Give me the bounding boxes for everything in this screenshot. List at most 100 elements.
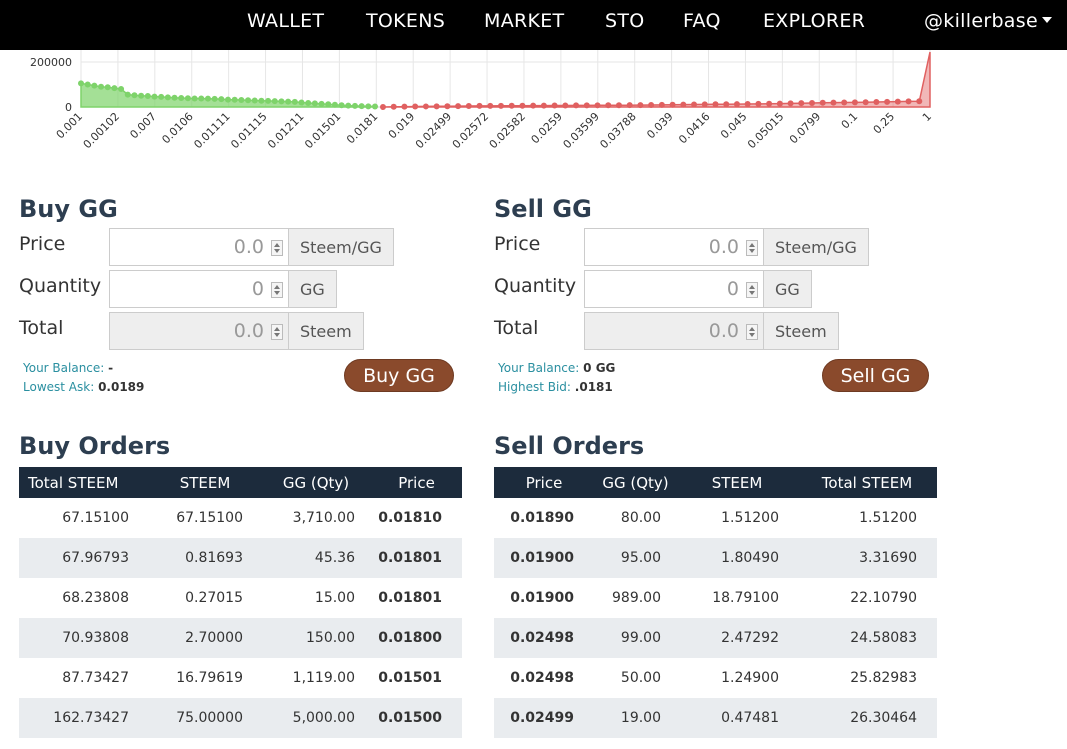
- x-tick-label: 0.25: [871, 110, 898, 137]
- bid-point: [218, 96, 225, 103]
- ask-point: [605, 102, 612, 109]
- ask-point: [916, 98, 923, 105]
- buy-price-label: Price: [19, 233, 66, 255]
- bid-point: [245, 97, 252, 104]
- bid-point: [151, 93, 158, 100]
- bid-point: [331, 101, 338, 108]
- column-header[interactable]: Total STEEM: [19, 467, 149, 498]
- spinner-icon[interactable]: [271, 282, 283, 298]
- table-row[interactable]: 0.02499 19.00 0.47481 26.30464: [494, 698, 937, 738]
- table-cell: 0.01801: [378, 590, 442, 606]
- buy-price-input[interactable]: 0.0: [109, 228, 289, 266]
- column-header[interactable]: GG (Qty): [594, 467, 677, 498]
- ask-point: [701, 101, 708, 108]
- sell-total-input: 0.0: [584, 312, 764, 350]
- sell-price-input[interactable]: 0.0: [584, 228, 764, 266]
- x-tick-label: 0.0416: [676, 110, 712, 146]
- user-name: @killerbase: [924, 10, 1038, 32]
- table-row[interactable]: 0.02498 50.00 1.24900 25.82983: [494, 658, 937, 698]
- buy-qty-input[interactable]: 0: [109, 270, 289, 308]
- table-cell: 0.02498: [494, 618, 594, 658]
- nav-tokens[interactable]: TOKENS: [366, 10, 445, 32]
- table-row[interactable]: 0.01900 989.00 18.79100 22.10790: [494, 578, 937, 618]
- spinner-icon[interactable]: [271, 240, 283, 256]
- table-cell: 0.47481: [677, 698, 797, 738]
- table-cell: 0.01890: [510, 510, 574, 526]
- bid-point: [271, 98, 278, 105]
- buy-total-unit: Steem: [288, 312, 364, 350]
- bid-point: [251, 97, 258, 104]
- buy-qty-label: Quantity: [19, 275, 102, 297]
- x-tick-label: 0.03599: [561, 110, 602, 151]
- x-tick-label: 0.001: [54, 110, 85, 141]
- ask-point: [787, 100, 794, 107]
- column-header[interactable]: STEEM: [677, 467, 797, 498]
- table-row[interactable]: 0.01900 95.00 1.80490 3.31690: [494, 538, 937, 578]
- column-header[interactable]: Total STEEM: [797, 467, 937, 498]
- table-row[interactable]: 0.01890 80.00 1.51200 1.51200: [494, 498, 937, 538]
- table-cell: 0.81693: [149, 538, 261, 578]
- x-tick-label: 0.007: [127, 110, 158, 141]
- ask-point: [412, 103, 419, 110]
- ask-point: [562, 102, 569, 109]
- table-cell: 45.36: [261, 538, 371, 578]
- column-header[interactable]: Price: [371, 467, 462, 498]
- table-cell: 1.51200: [721, 510, 779, 526]
- bid-point: [225, 96, 231, 103]
- table-row[interactable]: 67.96793 0.81693 45.36 0.01801: [19, 538, 462, 578]
- buy-button[interactable]: Buy GG: [344, 359, 454, 392]
- ask-point: [551, 102, 558, 109]
- sell-qty-input[interactable]: 0: [584, 270, 764, 308]
- sell-button[interactable]: Sell GG: [822, 359, 929, 392]
- y-tick-label: 200000: [30, 56, 72, 69]
- ask-point: [530, 102, 537, 109]
- nav-faq[interactable]: FAQ: [683, 10, 721, 32]
- buy-qty-unit: GG: [288, 270, 337, 308]
- table-row[interactable]: 68.23808 0.27015 15.00 0.01801: [19, 578, 462, 618]
- table-cell: 70.93808: [19, 618, 149, 658]
- spinner-icon[interactable]: [746, 240, 758, 256]
- nav-wallet[interactable]: WALLET: [247, 10, 324, 32]
- ask-point: [465, 102, 472, 109]
- table-row[interactable]: 87.73427 16.79619 1,119.00 0.01501: [19, 658, 462, 698]
- column-header[interactable]: Price: [494, 467, 594, 498]
- table-cell: 0.02498: [510, 670, 574, 686]
- lowest-ask[interactable]: Lowest Ask: 0.0189: [23, 380, 144, 394]
- table-row[interactable]: 67.15100 67.15100 3,710.00 0.01810: [19, 498, 462, 538]
- ask-point: [691, 101, 698, 108]
- bid-point: [184, 95, 191, 102]
- x-tick-label: 0.019: [386, 110, 417, 141]
- spinner-icon[interactable]: [746, 282, 758, 298]
- ask-point: [433, 103, 440, 110]
- table-row[interactable]: 70.93808 2.70000 150.00 0.01800: [19, 618, 462, 658]
- table-row[interactable]: 0.02498 99.00 2.47292 24.58083: [494, 618, 937, 658]
- user-menu[interactable]: @killerbase: [924, 10, 1052, 32]
- bid-point: [124, 91, 131, 98]
- balance-value: -: [108, 361, 114, 375]
- ask-point: [637, 102, 644, 109]
- ask-point: [476, 102, 483, 109]
- sell-title: Sell GG: [494, 195, 592, 223]
- ask-point: [819, 99, 826, 106]
- ask-point: [380, 104, 386, 110]
- buy-orders-title: Buy Orders: [19, 432, 171, 460]
- ask-point: [744, 100, 751, 107]
- bid-point: [278, 98, 285, 105]
- bid-point: [118, 86, 125, 92]
- bid-point: [204, 95, 211, 102]
- bid-point: [311, 100, 318, 107]
- nav-explorer[interactable]: EXPLORER: [763, 10, 865, 32]
- nav-sto[interactable]: STO: [605, 10, 645, 32]
- table-cell: 0.01801: [371, 538, 462, 578]
- table-cell: 15.00: [314, 590, 355, 606]
- x-tick-label: 0.02499: [413, 110, 454, 151]
- nav-market[interactable]: MARKET: [484, 10, 564, 32]
- table-cell: 0.02499: [494, 698, 594, 738]
- table-row[interactable]: 162.73427 75.00000 5,000.00 0.01500: [19, 698, 462, 738]
- column-header[interactable]: GG (Qty): [261, 467, 371, 498]
- ask-point: [776, 100, 783, 107]
- highest-bid[interactable]: Highest Bid: .0181: [498, 380, 613, 394]
- table-cell: 24.58083: [797, 618, 937, 658]
- column-header[interactable]: STEEM: [149, 467, 261, 498]
- table-cell: 0.01900: [494, 538, 594, 578]
